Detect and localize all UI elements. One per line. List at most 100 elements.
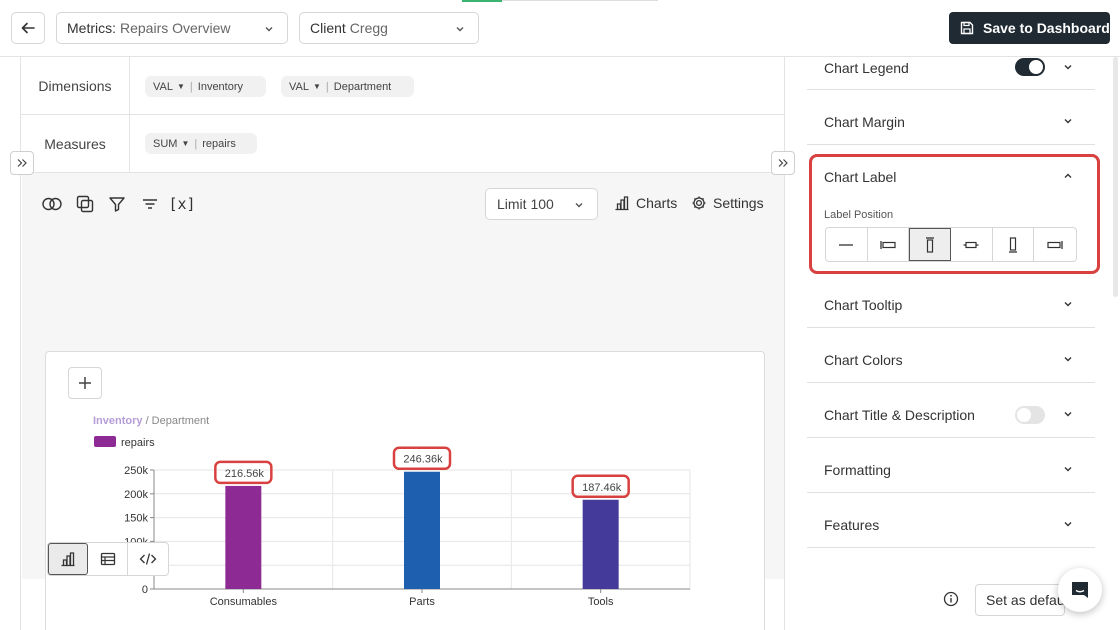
data-label: 216.56k	[225, 468, 265, 480]
panel-chart-legend[interactable]: Chart Legend	[807, 57, 1095, 90]
title-toggle[interactable]	[1015, 406, 1045, 424]
chip-field: repairs	[202, 137, 236, 150]
arrow-left-icon	[21, 22, 35, 34]
code-view-button[interactable]	[128, 543, 168, 575]
bar	[404, 471, 440, 589]
measures-label: Measures	[21, 115, 130, 172]
metrics-select-label: Metrics:	[67, 20, 116, 36]
chart-view-button[interactable]	[48, 543, 89, 575]
gear-icon	[692, 196, 706, 210]
info-icon[interactable]	[943, 591, 959, 607]
expand-left-panel-button[interactable]	[10, 151, 34, 175]
chip-aggregation: SUM	[153, 137, 178, 150]
chevron-down-icon	[1064, 302, 1072, 307]
top-bar: Metrics: Repairs Overview Client Cregg S…	[0, 0, 1120, 57]
metrics-select[interactable]: Metrics: Repairs Overview	[56, 12, 288, 44]
chip-separator: |	[325, 80, 329, 93]
table-icon	[100, 552, 115, 566]
panel-item-label: Chart Title & Description	[824, 407, 975, 423]
legend-label: repairs	[121, 437, 155, 449]
chart-label-highlight	[809, 154, 1100, 274]
data-label: 187.46k	[582, 482, 622, 494]
progress-indicator	[462, 0, 502, 2]
filter-icon[interactable]	[106, 193, 128, 215]
limit-select[interactable]: Limit 100	[485, 188, 598, 220]
chevron-down-icon	[1064, 357, 1072, 362]
save-to-dashboard-button[interactable]: Save to Dashboard	[949, 12, 1110, 44]
variables-icon[interactable]: [x]	[168, 193, 195, 215]
chevron-down-icon	[575, 203, 583, 208]
y-tick-label: 200k	[124, 489, 148, 501]
x-tick-label: Consumables	[210, 596, 278, 608]
legend-toggle[interactable]	[1015, 58, 1045, 76]
y-tick-label: 0	[142, 584, 148, 596]
panel-formatting[interactable]: Formatting	[807, 438, 1095, 493]
chat-support-button[interactable]	[1058, 568, 1102, 612]
charts-button[interactable]: Charts	[614, 195, 677, 211]
panel-features[interactable]: Features	[807, 493, 1095, 548]
chevron-down-icon	[1064, 467, 1072, 472]
chevron-down-icon	[1064, 522, 1072, 527]
dimensions-row: Dimensions VAL ▼ | Inventory VAL ▼ | Dep…	[21, 57, 785, 115]
caret-down-icon[interactable]: ▼	[181, 139, 189, 148]
join-icon[interactable]	[41, 193, 63, 215]
data-label: 246.36k	[403, 454, 443, 466]
chart-breadcrumb: Inventory / Department	[93, 415, 209, 427]
back-button[interactable]	[11, 12, 45, 44]
panel-item-label: Chart Legend	[824, 60, 909, 76]
panel-chart-tooltip[interactable]: Chart Tooltip	[807, 273, 1095, 328]
chevron-down-icon	[265, 27, 273, 32]
dimension-chip-inventory[interactable]: VAL ▼ | Inventory	[145, 76, 266, 97]
chip-separator: |	[194, 137, 198, 150]
progress-track	[502, 0, 658, 1]
chip-aggregation: VAL	[153, 80, 173, 93]
settings-button[interactable]: Settings	[691, 195, 764, 211]
panel-chart-title-description[interactable]: Chart Title & Description	[807, 383, 1095, 438]
metrics-select-value: Repairs Overview	[120, 20, 231, 36]
y-tick-label: 150k	[124, 513, 148, 525]
toggle-knob	[1029, 60, 1043, 74]
code-icon	[139, 553, 157, 565]
panel-chart-margin[interactable]: Chart Margin	[807, 90, 1095, 145]
panel-chart-colors[interactable]: Chart Colors	[807, 328, 1095, 383]
set-as-default-button[interactable]: Set as default	[975, 584, 1065, 616]
sort-icon[interactable]	[139, 193, 161, 215]
chevron-down-icon	[1064, 65, 1072, 70]
settings-button-label: Settings	[713, 195, 764, 211]
panel-item-label: Chart Colors	[824, 352, 903, 368]
x-tick-label: Tools	[588, 596, 614, 608]
panel-item-label: Chart Tooltip	[824, 297, 903, 313]
panel-item-label: Formatting	[824, 462, 891, 478]
caret-down-icon[interactable]: ▼	[313, 82, 321, 91]
panel-scrollbar[interactable]	[1113, 57, 1118, 297]
chart-workspace: Inventory / Departmentrepairs050k100k150…	[22, 173, 784, 630]
save-icon	[960, 21, 974, 35]
collapse-right-panel-button[interactable]	[771, 151, 795, 175]
chat-icon	[1072, 582, 1088, 598]
panel-item-label: Chart Margin	[824, 114, 905, 130]
panel-item-label: Features	[824, 517, 880, 533]
save-button-label: Save to Dashboard	[983, 20, 1110, 36]
view-toggle-group	[47, 542, 169, 576]
client-select[interactable]: Client Cregg	[299, 12, 479, 44]
client-select-value: Cregg	[349, 20, 388, 36]
toggle-knob	[1017, 408, 1031, 422]
bar	[582, 499, 619, 589]
dimension-chip-department[interactable]: VAL ▼ | Department	[281, 76, 414, 97]
x-tick-label: Parts	[409, 596, 435, 608]
duplicate-icon[interactable]	[74, 193, 96, 215]
bar-chart: Inventory / Departmentrepairs050k100k150…	[93, 415, 691, 608]
bar	[225, 485, 262, 589]
measure-chip-repairs[interactable]: SUM ▼ | repairs	[145, 133, 257, 154]
chevron-down-icon	[456, 27, 464, 32]
dimensions-label: Dimensions	[21, 57, 130, 114]
chevron-down-icon	[1064, 119, 1072, 124]
caret-down-icon[interactable]: ▼	[177, 82, 185, 91]
measures-row: Measures SUM ▼ | repairs	[21, 115, 785, 173]
y-tick-label: 250k	[124, 465, 148, 477]
table-view-button[interactable]	[88, 543, 129, 575]
chevrons-right-icon	[778, 159, 788, 167]
chip-field: Inventory	[197, 80, 244, 93]
legend-swatch	[94, 436, 116, 447]
bar-chart-icon	[61, 552, 75, 567]
